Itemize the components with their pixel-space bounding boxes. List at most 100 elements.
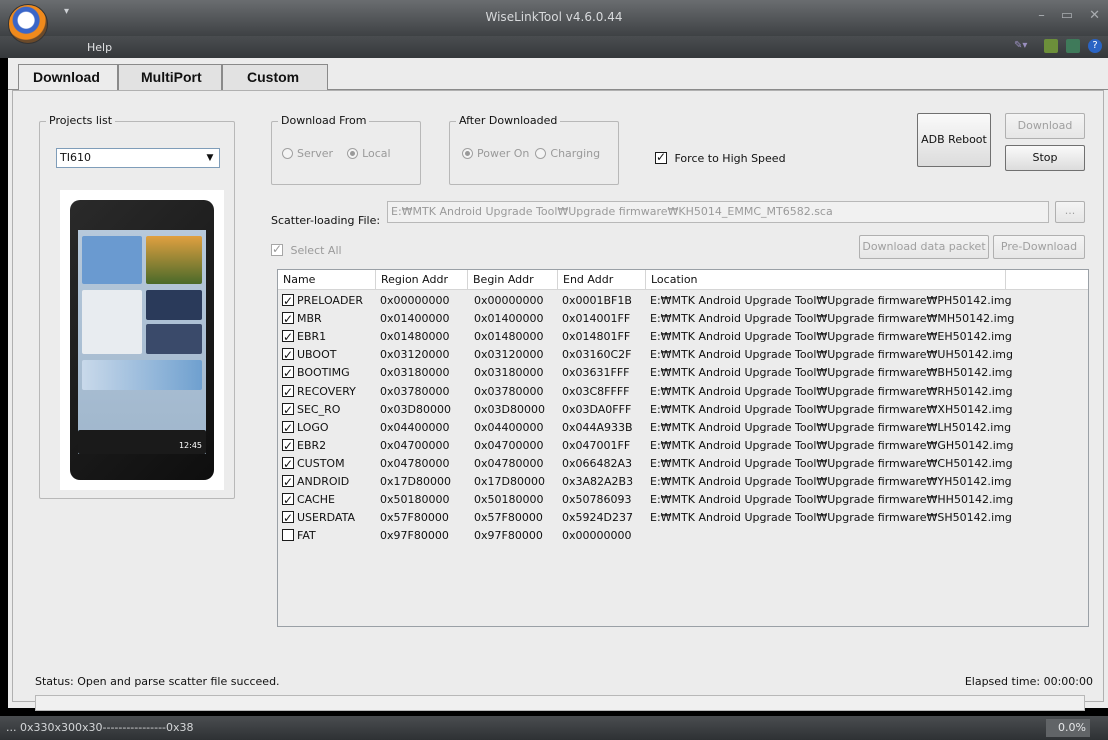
column-region-addr[interactable]: Region Addr	[376, 270, 468, 290]
row-checkbox[interactable]	[282, 419, 294, 437]
row-begin-addr: 0x57F80000	[474, 511, 543, 525]
news-widget	[82, 290, 142, 354]
row-name: RECOVERY	[297, 384, 356, 398]
table-row[interactable]: EBR2 0x04700000 0x04700000 0x047001FF E:₩MTK…	[278, 437, 1088, 455]
save-icon[interactable]	[1044, 39, 1058, 53]
row-end-addr: 0x03C8FFFF	[562, 384, 630, 398]
maximize-icon[interactable]: ▭	[1061, 8, 1073, 23]
close-icon[interactable]: ✕	[1089, 8, 1100, 23]
row-name: CACHE	[297, 493, 335, 507]
radio-power-on[interactable]: Power On	[462, 147, 529, 160]
download-button[interactable]: Download	[1005, 113, 1085, 139]
radio-local[interactable]: Local	[347, 147, 391, 160]
row-location: E:₩MTK Android Upgrade Tool₩Upgrade firm…	[650, 456, 1013, 470]
weather-widget	[82, 236, 142, 284]
table-row[interactable]: UBOOT 0x03120000 0x03120000 0x03160C2F E:₩MT…	[278, 346, 1088, 364]
row-name-cell: CACHE	[282, 491, 335, 509]
status-bar: ... 0x330x300x30----------------0x38 0.0…	[0, 716, 1108, 740]
table-row[interactable]: FAT 0x97F80000 0x97F80000 0x00000000	[278, 527, 1088, 545]
table-header: Name Region Addr Begin Addr End Addr Loc…	[278, 270, 1088, 290]
tab-multiport[interactable]: MultiPort	[118, 64, 222, 90]
table-row[interactable]: USERDATA 0x57F80000 0x57F80000 0x5924D237 E:…	[278, 509, 1088, 527]
scatter-file-input[interactable]: E:₩MTK Android Upgrade Tool₩Upgrade firm…	[387, 201, 1049, 223]
select-all-label: Select All	[290, 244, 342, 257]
row-region-addr: 0x03120000	[380, 348, 450, 362]
row-region-addr: 0x50180000	[380, 493, 450, 507]
row-checkbox[interactable]	[282, 401, 294, 419]
column-name[interactable]: Name	[278, 270, 376, 290]
title-bar: ▾ WiseLinkTool v4.6.0.44 – ▭ ✕	[0, 0, 1108, 36]
column-begin-addr[interactable]: Begin Addr	[468, 270, 558, 290]
radio-server-label: Server	[297, 147, 334, 160]
network-icon[interactable]	[1066, 39, 1080, 53]
minimize-icon[interactable]: –	[1038, 8, 1045, 23]
table-row[interactable]: CUSTOM 0x04780000 0x04780000 0x066482A3 E:₩M…	[278, 455, 1088, 473]
download-panel: Projects list TI610 ▼ 12:45 Download Fro…	[12, 90, 1104, 711]
table-row[interactable]: RECOVERY 0x03780000 0x03780000 0x03C8FFFF E:…	[278, 383, 1088, 401]
row-checkbox[interactable]	[282, 364, 294, 382]
table-row[interactable]: EBR1 0x01480000 0x01480000 0x014801FF E:₩MTK…	[278, 328, 1088, 346]
projects-group: Projects list TI610 ▼ 12:45	[39, 114, 235, 499]
row-checkbox[interactable]	[282, 491, 294, 509]
row-name-cell: FAT	[282, 527, 316, 545]
row-location: E:₩MTK Android Upgrade Tool₩Upgrade firm…	[650, 438, 1014, 452]
statusbar-percent: 0.0%	[1046, 719, 1090, 737]
row-checkbox[interactable]	[282, 346, 294, 364]
tab-custom[interactable]: Custom	[222, 64, 328, 90]
table-row[interactable]: LOGO 0x04400000 0x04400000 0x044A933B E:₩MTK…	[278, 419, 1088, 437]
tab-download[interactable]: Download	[18, 64, 118, 91]
project-select[interactable]: TI610 ▼	[56, 148, 220, 168]
pre-download-button[interactable]: Pre-Download	[993, 235, 1085, 259]
row-checkbox[interactable]	[282, 310, 294, 328]
elapsed-time: Elapsed time: 00:00:00	[964, 675, 1093, 688]
row-begin-addr: 0x01400000	[474, 312, 544, 326]
stop-button[interactable]: Stop	[1005, 145, 1085, 171]
row-checkbox[interactable]	[282, 509, 294, 527]
browse-button[interactable]: ...	[1055, 201, 1085, 223]
row-end-addr: 0x00000000	[562, 529, 632, 543]
row-checkbox[interactable]	[282, 455, 294, 473]
help-icon[interactable]: ?	[1088, 39, 1102, 53]
row-begin-addr: 0x50180000	[474, 493, 544, 507]
row-checkbox[interactable]	[282, 529, 294, 542]
radio-power-on-dot	[462, 148, 473, 159]
table-row[interactable]: ANDROID 0x17D80000 0x17D80000 0x3A82A2B3 E:₩…	[278, 473, 1088, 491]
row-begin-addr: 0x04700000	[474, 438, 544, 452]
row-region-addr: 0x04780000	[380, 456, 450, 470]
row-name: USERDATA	[297, 511, 355, 525]
row-name-cell: USERDATA	[282, 509, 355, 527]
select-all-check	[271, 242, 283, 256]
row-checkbox[interactable]	[282, 383, 294, 401]
row-checkbox[interactable]	[282, 292, 294, 310]
radio-local-label: Local	[362, 147, 391, 160]
style-dropdown-icon[interactable]: ✎▾	[1014, 39, 1036, 53]
radio-charging[interactable]: Charging	[535, 147, 600, 160]
menu-help[interactable]: Help	[87, 41, 112, 54]
row-begin-addr: 0x03D80000	[474, 402, 545, 416]
row-checkbox[interactable]	[282, 437, 294, 455]
row-end-addr: 0x5924D237	[562, 511, 633, 525]
row-name: MBR	[297, 312, 322, 326]
adb-reboot-button[interactable]: ADB Reboot	[917, 113, 991, 167]
column-end-addr[interactable]: End Addr	[558, 270, 646, 290]
radio-server[interactable]: Server	[282, 147, 333, 160]
column-location[interactable]: Location	[646, 270, 1006, 290]
force-high-speed-checkbox[interactable]: Force to High Speed	[655, 150, 786, 165]
row-name-cell: PRELOADER	[282, 292, 363, 310]
row-begin-addr: 0x01480000	[474, 330, 544, 344]
app-orb-icon[interactable]	[8, 4, 48, 44]
download-from-title: Download From	[278, 114, 370, 127]
download-data-packet-button[interactable]: Download data packet	[859, 235, 989, 259]
table-row[interactable]: MBR 0x01400000 0x01400000 0x014001FF E:₩MTK …	[278, 310, 1088, 328]
radio-server-dot	[282, 148, 293, 159]
row-location: E:₩MTK Android Upgrade Tool₩Upgrade firm…	[650, 330, 1012, 344]
tablet-body: 12:45	[70, 200, 214, 480]
table-row[interactable]: CACHE 0x50180000 0x50180000 0x50786093 E:₩MT…	[278, 491, 1088, 509]
row-checkbox[interactable]	[282, 473, 294, 491]
row-checkbox[interactable]	[282, 328, 294, 346]
table-row[interactable]: PRELOADER 0x00000000 0x00000000 0x0001BF1B E…	[278, 292, 1088, 310]
row-begin-addr: 0x04780000	[474, 456, 544, 470]
table-row[interactable]: SEC_RO 0x03D80000 0x03D80000 0x03DA0FFF E:₩M…	[278, 401, 1088, 419]
select-all-checkbox[interactable]: Select All	[271, 242, 342, 257]
table-row[interactable]: BOOTIMG 0x03180000 0x03180000 0x03631FFF E:₩…	[278, 364, 1088, 382]
